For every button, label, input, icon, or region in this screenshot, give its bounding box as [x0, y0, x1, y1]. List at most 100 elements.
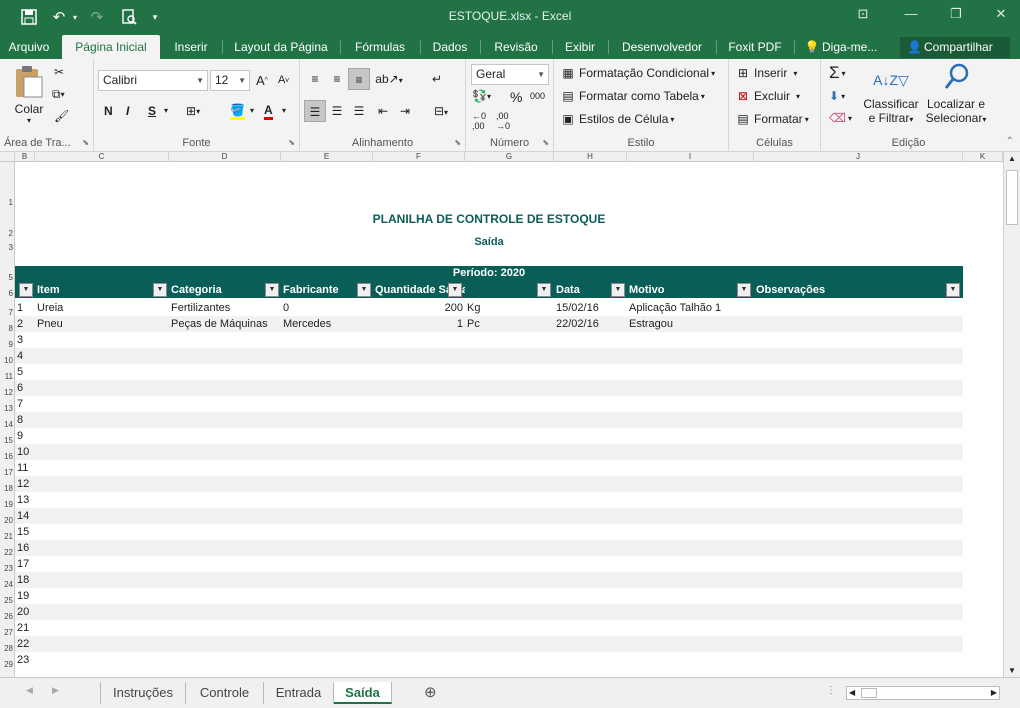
- cell-data[interactable]: [556, 508, 626, 524]
- cell-item[interactable]: [37, 556, 167, 572]
- cell-categoria[interactable]: [171, 332, 281, 348]
- table-row[interactable]: 7: [15, 396, 963, 412]
- font-dialog-launcher-icon[interactable]: ⬊: [288, 138, 295, 147]
- filter-dropdown-icon[interactable]: ▼: [153, 283, 167, 297]
- cell-qtd[interactable]: [373, 460, 463, 476]
- cell-fabricante[interactable]: [283, 572, 371, 588]
- cell-data[interactable]: [556, 492, 626, 508]
- cell-unid[interactable]: [467, 540, 527, 556]
- cell-obs[interactable]: [756, 476, 961, 492]
- increase-decimal-icon[interactable]: ←0,00: [472, 111, 486, 131]
- cell-motivo[interactable]: [629, 428, 754, 444]
- table-row[interactable]: 4: [15, 348, 963, 364]
- cell-unid[interactable]: [467, 380, 527, 396]
- cell-obs[interactable]: [756, 460, 961, 476]
- cell-item[interactable]: [37, 636, 167, 652]
- cell-item[interactable]: [37, 620, 167, 636]
- cell-obs[interactable]: [756, 300, 961, 316]
- cell-data[interactable]: 22/02/16: [556, 316, 626, 332]
- cell-obs[interactable]: [756, 364, 961, 380]
- fill-icon[interactable]: ⬇ ▾: [829, 89, 845, 103]
- scroll-left-icon[interactable]: ◀: [849, 688, 855, 697]
- split-handle-icon[interactable]: ⋮: [826, 685, 836, 696]
- font-color-icon[interactable]: A: [264, 103, 273, 120]
- cell-data[interactable]: [556, 444, 626, 460]
- scroll-down-icon[interactable]: ▼: [1008, 666, 1016, 675]
- cell-qtd[interactable]: [373, 508, 463, 524]
- column-header-c[interactable]: C: [35, 152, 169, 162]
- cut-icon[interactable]: ✂: [54, 65, 64, 79]
- cell-data[interactable]: [556, 556, 626, 572]
- row-header[interactable]: 13: [0, 404, 15, 413]
- cell-obs[interactable]: [756, 588, 961, 604]
- cell-n[interactable]: 23: [17, 652, 31, 668]
- cell-item[interactable]: [37, 588, 167, 604]
- collapse-ribbon-icon[interactable]: ⌃: [1006, 136, 1014, 147]
- cell-unid[interactable]: [467, 332, 527, 348]
- cell-categoria[interactable]: [171, 620, 281, 636]
- cell-item[interactable]: [37, 460, 167, 476]
- conditional-formatting-button[interactable]: ▦ Formatação Condicional ▾: [560, 65, 715, 81]
- insert-cells-button[interactable]: ⊞ Inserir ▾: [735, 65, 797, 81]
- column-header-d[interactable]: D: [169, 152, 281, 162]
- cell-unid[interactable]: [467, 428, 527, 444]
- cell-motivo[interactable]: Aplicação Talhão 1: [629, 300, 754, 316]
- cell-n[interactable]: 17: [17, 556, 31, 572]
- cell-obs[interactable]: [756, 652, 961, 668]
- cell-qtd[interactable]: [373, 380, 463, 396]
- row-header[interactable]: 22: [0, 548, 15, 557]
- cell-categoria[interactable]: [171, 396, 281, 412]
- cell-n[interactable]: 9: [17, 428, 31, 444]
- cell-fabricante[interactable]: [283, 604, 371, 620]
- row-header[interactable]: 17: [0, 468, 15, 477]
- cell-fabricante[interactable]: [283, 508, 371, 524]
- cell-obs[interactable]: [756, 332, 961, 348]
- tab-exibir[interactable]: Exibir: [556, 35, 604, 59]
- cell-unid[interactable]: [467, 652, 527, 668]
- tab-revisao[interactable]: Revisão: [484, 35, 548, 59]
- cell-n[interactable]: 8: [17, 412, 31, 428]
- cell-qtd[interactable]: [373, 620, 463, 636]
- cell-data[interactable]: [556, 364, 626, 380]
- cell-categoria[interactable]: Peças de Máquinas: [171, 316, 281, 332]
- autosum-icon[interactable]: Σ ▾: [829, 63, 846, 83]
- cell-n[interactable]: 6: [17, 380, 31, 396]
- cell-categoria[interactable]: [171, 492, 281, 508]
- cell-motivo[interactable]: [629, 524, 754, 540]
- cell-unid[interactable]: [467, 620, 527, 636]
- cell-obs[interactable]: [756, 604, 961, 620]
- cell-motivo[interactable]: [629, 556, 754, 572]
- format-as-table-button[interactable]: ▤ Formatar como Tabela ▾: [560, 88, 705, 104]
- cell-item[interactable]: [37, 428, 167, 444]
- table-row[interactable]: 5: [15, 364, 963, 380]
- table-row[interactable]: 18: [15, 572, 963, 588]
- sheet-tab-entrada[interactable]: Entrada: [264, 682, 334, 704]
- cell-n[interactable]: 3: [17, 332, 31, 348]
- cell-item[interactable]: [37, 412, 167, 428]
- cell-unid[interactable]: [467, 556, 527, 572]
- cell-qtd[interactable]: [373, 332, 463, 348]
- table-row[interactable]: 12: [15, 476, 963, 492]
- cell-item[interactable]: [37, 396, 167, 412]
- cell-qtd[interactable]: [373, 348, 463, 364]
- cell-n[interactable]: 10: [17, 444, 31, 460]
- fill-color-icon[interactable]: 🪣: [230, 103, 245, 120]
- cell-qtd[interactable]: [373, 364, 463, 380]
- cell-fabricante[interactable]: [283, 348, 371, 364]
- cell-n[interactable]: 4: [17, 348, 31, 364]
- font-color-dropdown-icon[interactable]: ▾: [282, 106, 286, 115]
- cell-data[interactable]: [556, 524, 626, 540]
- table-row[interactable]: 15: [15, 524, 963, 540]
- cell-data[interactable]: [556, 636, 626, 652]
- scrollbar-thumb[interactable]: [1006, 170, 1018, 225]
- cell-obs[interactable]: [756, 428, 961, 444]
- cell-obs[interactable]: [756, 348, 961, 364]
- cell-motivo[interactable]: [629, 364, 754, 380]
- cell-qtd[interactable]: [373, 540, 463, 556]
- cell-motivo[interactable]: [629, 348, 754, 364]
- cell-item[interactable]: [37, 652, 167, 668]
- cell-categoria[interactable]: [171, 348, 281, 364]
- cell-motivo[interactable]: [629, 332, 754, 348]
- tab-dados[interactable]: Dados: [424, 35, 476, 59]
- tab-arquivo[interactable]: Arquivo: [0, 35, 58, 59]
